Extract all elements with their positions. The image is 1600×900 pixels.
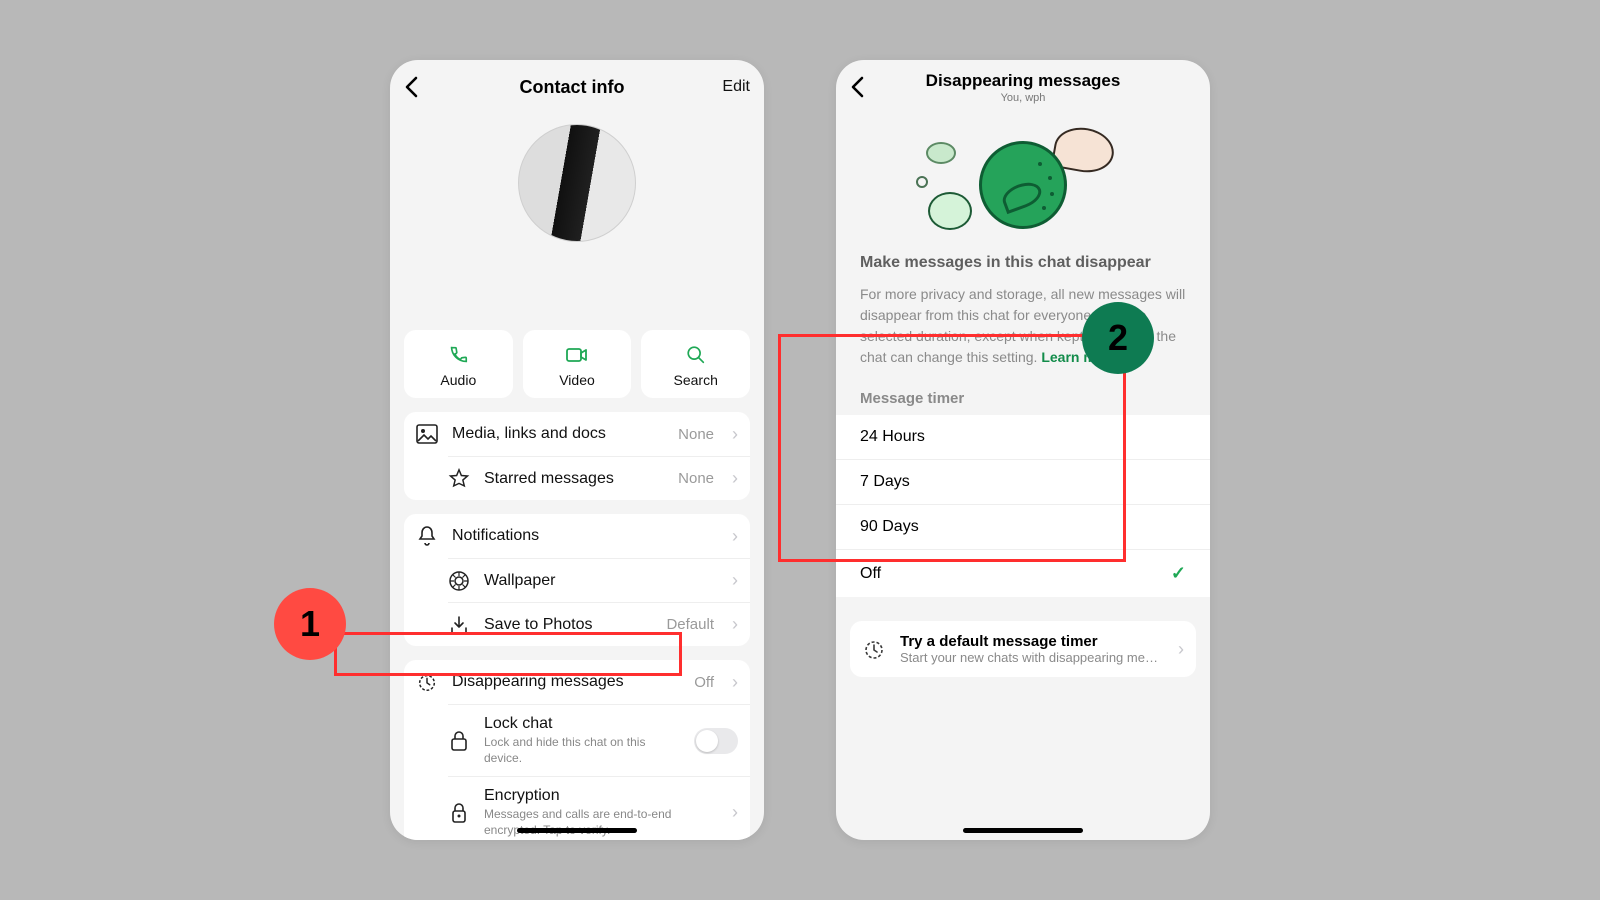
- chevron-right-icon: ›: [732, 424, 738, 445]
- default-timer-title: Try a default message timer: [900, 633, 1164, 650]
- page-title: Contact info: [434, 77, 710, 98]
- chevron-right-icon: ›: [732, 672, 738, 693]
- disappearing-messages-screen: Disappearing messages You, wph Make mess…: [836, 60, 1210, 840]
- title-text: Disappearing messages: [926, 71, 1121, 91]
- description-block: Make messages in this chat disappear For…: [836, 250, 1210, 378]
- timer-option-label: Off: [860, 565, 881, 583]
- back-button[interactable]: [404, 76, 434, 98]
- disappearing-messages-row[interactable]: Disappearing messages Off ›: [404, 660, 750, 704]
- default-timer-sub: Start your new chats with disappearing m…: [900, 650, 1164, 665]
- chevron-right-icon: ›: [732, 802, 738, 823]
- search-icon: [685, 344, 707, 366]
- video-label: Video: [559, 372, 595, 388]
- page-title: Disappearing messages You, wph: [880, 71, 1166, 104]
- contact-info-screen: Contact info Edit Audio Video Search: [390, 60, 764, 840]
- lock-sub: Lock and hide this chat on this device.: [484, 735, 680, 766]
- starred-messages-row[interactable]: Starred messages None ›: [448, 456, 750, 500]
- chevron-right-icon: ›: [732, 614, 738, 635]
- title-sub: You, wph: [1001, 92, 1046, 104]
- audio-label: Audio: [440, 372, 476, 388]
- home-indicator: [517, 828, 637, 833]
- step-badge-2: 2: [1082, 302, 1154, 374]
- timer-option-7d[interactable]: 7 Days: [836, 459, 1210, 504]
- disappearing-value: Off: [694, 674, 714, 691]
- encryption-sub: Messages and calls are end-to-end encryp…: [484, 807, 714, 838]
- starred-label: Starred messages: [484, 470, 664, 488]
- save-photos-row[interactable]: Save to Photos Default ›: [448, 602, 750, 646]
- media-group: Media, links and docs None › Starred mes…: [404, 412, 750, 500]
- media-value: None: [678, 426, 714, 443]
- chevron-right-icon: ›: [732, 570, 738, 591]
- chevron-right-icon: ›: [732, 468, 738, 489]
- timer-option-off[interactable]: Off ✓: [836, 549, 1210, 597]
- media-links-docs-row[interactable]: Media, links and docs None ›: [404, 412, 750, 456]
- encryption-icon: [448, 802, 470, 824]
- message-timer-label: Message timer: [836, 378, 1210, 415]
- wallpaper-label: Wallpaper: [484, 572, 714, 590]
- hero-illustration: [836, 120, 1210, 250]
- lock-icon: [448, 730, 470, 752]
- video-icon: [565, 344, 589, 366]
- notifications-row[interactable]: Notifications ›: [404, 514, 750, 558]
- timer-option-label: 90 Days: [860, 518, 919, 536]
- chevron-right-icon: ›: [732, 526, 738, 547]
- image-icon: [416, 424, 438, 444]
- audio-call-button[interactable]: Audio: [404, 330, 513, 398]
- wallpaper-icon: [448, 570, 470, 592]
- contact-avatar[interactable]: [518, 124, 636, 242]
- notifications-label: Notifications: [452, 527, 714, 545]
- search-button[interactable]: Search: [641, 330, 750, 398]
- timer-option-label: 7 Days: [860, 473, 910, 491]
- timer-icon: [862, 637, 886, 661]
- save-photos-value: Default: [666, 616, 714, 633]
- privacy-group: Disappearing messages Off › Lock chat Lo…: [404, 660, 750, 840]
- wallpaper-row[interactable]: Wallpaper ›: [448, 558, 750, 602]
- lock-chat-toggle[interactable]: [694, 728, 738, 754]
- star-icon: [448, 468, 470, 490]
- encryption-label: Encryption: [484, 787, 714, 805]
- timer-option-label: 24 Hours: [860, 428, 925, 446]
- disappearing-header: Disappearing messages You, wph: [836, 60, 1210, 114]
- lock-chat-row[interactable]: Lock chat Lock and hide this chat on thi…: [448, 704, 750, 776]
- action-buttons: Audio Video Search: [390, 242, 764, 412]
- disappearing-label: Disappearing messages: [452, 673, 680, 691]
- back-button[interactable]: [850, 76, 880, 98]
- contact-info-header: Contact info Edit: [390, 60, 764, 114]
- media-label: Media, links and docs: [452, 425, 664, 443]
- lock-label: Lock chat: [484, 715, 680, 733]
- timer-option-90d[interactable]: 90 Days: [836, 504, 1210, 549]
- edit-button[interactable]: Edit: [710, 78, 750, 96]
- search-label: Search: [674, 372, 718, 388]
- timer-option-24h[interactable]: 24 Hours: [836, 415, 1210, 459]
- check-icon: ✓: [1171, 563, 1186, 584]
- settings-group: Notifications › Wallpaper › Save to Phot…: [404, 514, 750, 646]
- save-photos-label: Save to Photos: [484, 616, 652, 634]
- bell-icon: [416, 525, 438, 547]
- phone-icon: [447, 344, 469, 366]
- download-icon: [448, 614, 470, 636]
- chevron-right-icon: ›: [1178, 639, 1184, 660]
- starred-value: None: [678, 470, 714, 487]
- video-call-button[interactable]: Video: [523, 330, 632, 398]
- home-indicator: [963, 828, 1083, 833]
- step-badge-1: 1: [274, 588, 346, 660]
- timer-icon: [416, 671, 438, 693]
- default-timer-card[interactable]: Try a default message timer Start your n…: [850, 621, 1196, 677]
- message-timer-list: 24 Hours 7 Days 90 Days Off ✓: [836, 415, 1210, 597]
- description-heading: Make messages in this chat disappear: [860, 254, 1186, 272]
